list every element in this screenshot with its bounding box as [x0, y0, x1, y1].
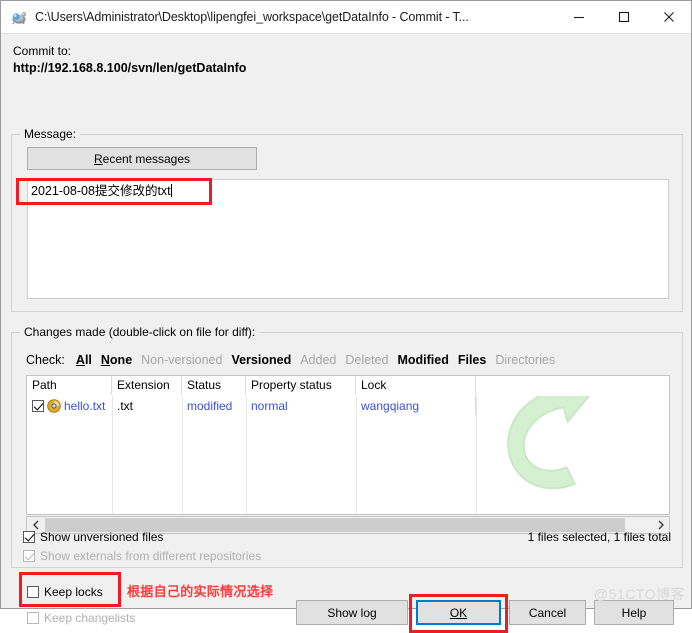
- commit-message-value: 2021-08-08提交修改的txt: [31, 184, 171, 198]
- check-filter-row: Check: All None Non-versioned Versioned Added…: [26, 353, 564, 367]
- minimize-button[interactable]: [556, 1, 601, 33]
- table-row[interactable]: hello.txt .txt modified normal wangqiang: [27, 396, 669, 415]
- message-group-title: Message:: [20, 127, 81, 141]
- show-unversioned-files-checkbox[interactable]: Show unversioned files: [23, 530, 163, 544]
- check-link-none[interactable]: None: [101, 353, 132, 367]
- check-link-modified[interactable]: Modified: [397, 353, 448, 367]
- window-title: C:\Users\Administrator\Desktop\lipengfei…: [35, 10, 469, 24]
- file-row-status: modified: [187, 398, 233, 413]
- check-link-accel: N: [100, 353, 110, 367]
- text-caret: [170, 184, 172, 197]
- file-row-path-cell[interactable]: hello.txt: [27, 396, 112, 415]
- cancel-button[interactable]: Cancel: [509, 600, 586, 625]
- show-unversioned-files-label: Show unversioned files: [40, 530, 164, 544]
- commit-dialog-window: C:\Users\Administrator\Desktop\lipengfei…: [0, 0, 692, 633]
- ok-button[interactable]: OK: [416, 600, 501, 625]
- check-link-deleted: Deleted: [345, 353, 389, 367]
- message-group: Message: Recent messages 2021-08-08提交修改的…: [11, 127, 683, 312]
- column-header-filler: [476, 376, 669, 395]
- keep-locks-label: Keep locks: [44, 585, 103, 599]
- file-row-extension: .txt: [117, 398, 134, 413]
- show-externals-box: [23, 550, 35, 562]
- ok-label: OK: [449, 605, 468, 620]
- close-button[interactable]: [646, 1, 691, 33]
- keep-locks-checkbox[interactable]: Keep locks: [27, 585, 103, 599]
- keep-changelists-checkbox: Keep changelists: [27, 611, 135, 625]
- column-header-path[interactable]: Path: [27, 376, 112, 395]
- file-list-header: Path Extension Status Property status Lo…: [27, 376, 669, 396]
- recent-messages-button[interactable]: Recent messages: [27, 147, 257, 170]
- cancel-label: Cancel: [528, 605, 567, 620]
- commit-message-text-line: 2021-08-08提交修改的txt: [28, 180, 668, 199]
- keep-changelists-label: Keep changelists: [44, 611, 136, 625]
- recent-messages-label: ecent messages: [102, 151, 191, 166]
- title-bar: C:\Users\Administrator\Desktop\lipengfei…: [1, 1, 691, 34]
- check-link-all[interactable]: All: [76, 353, 92, 367]
- show-log-button[interactable]: Show log: [296, 600, 408, 625]
- keep-changelists-box: [27, 612, 39, 624]
- file-row-path: hello.txt: [64, 398, 106, 413]
- tortoise-icon: [10, 8, 28, 26]
- column-header-lock[interactable]: Lock: [356, 376, 476, 395]
- file-list[interactable]: Path Extension Status Property status Lo…: [26, 375, 670, 515]
- file-row-property-status: normal: [251, 398, 288, 413]
- check-link-directories: Directories: [495, 353, 556, 367]
- check-links-container: All None Non-versioned Versioned Added Delete…: [76, 353, 564, 367]
- check-label: Check:: [26, 353, 65, 367]
- maximize-button[interactable]: [601, 1, 646, 33]
- site-watermark: @51CTO博客: [593, 586, 685, 602]
- show-externals-label: Show externals from different repositori…: [40, 549, 262, 563]
- commit-message-input[interactable]: 2021-08-08提交修改的txt: [27, 179, 669, 299]
- file-row-lock: wangqiang: [356, 396, 476, 415]
- check-link-non-versioned: Non-versioned: [141, 353, 223, 367]
- modified-file-icon: [47, 398, 61, 413]
- column-header-property-status[interactable]: Property status: [246, 376, 356, 395]
- commit-url: http://192.168.8.100/svn/len/getDataInfo: [13, 61, 247, 75]
- changes-group-title: Changes made (double-click on file for d…: [20, 325, 260, 339]
- keep-locks-box[interactable]: [27, 586, 39, 598]
- file-row-checkbox[interactable]: [32, 399, 44, 412]
- check-link-versioned[interactable]: Versioned: [231, 353, 291, 367]
- files-count-status: 1 files selected, 1 files total: [527, 530, 671, 544]
- check-link-files[interactable]: Files: [458, 353, 487, 367]
- column-header-status[interactable]: Status: [182, 376, 246, 395]
- dialog-body: Commit to: http://192.168.8.100/svn/len/…: [1, 34, 691, 633]
- show-log-label: Show log: [327, 605, 377, 620]
- annotation-note-text: 根据自己的实际情况选择: [127, 584, 274, 599]
- commit-to-label: Commit to:: [13, 44, 72, 58]
- show-unversioned-files-box[interactable]: [23, 531, 35, 543]
- column-header-extension[interactable]: Extension: [112, 376, 182, 395]
- show-externals-checkbox: Show externals from different repositori…: [23, 549, 261, 563]
- recent-messages-accel: R: [93, 151, 103, 166]
- check-link-accel: A: [75, 353, 85, 367]
- check-link-added: Added: [300, 353, 337, 367]
- file-row-filler: [476, 396, 669, 415]
- help-label: Help: [621, 605, 647, 620]
